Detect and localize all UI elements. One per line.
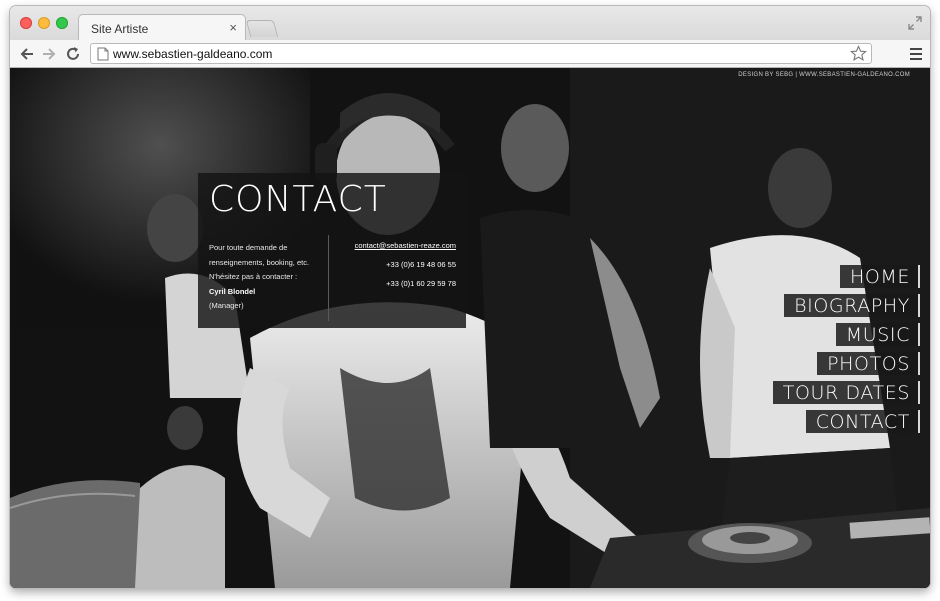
nav-item-tour-dates[interactable]: TOUR DATES xyxy=(772,381,920,404)
forward-arrow-icon[interactable] xyxy=(40,45,58,63)
reload-icon[interactable] xyxy=(64,45,82,63)
contact-name: Cyril Blondel xyxy=(209,286,256,296)
nav-item-contact[interactable]: CONTACT xyxy=(805,410,920,433)
contact-panel: CONTACT Pour toute demande de renseignem… xyxy=(198,173,466,328)
nav-item-music[interactable]: MUSIC xyxy=(835,323,920,346)
contact-info: Pour toute demande de renseignements, bo… xyxy=(209,241,324,314)
contact-title: CONTACT xyxy=(209,179,387,220)
url-text: www.sebastien-galdeano.com xyxy=(113,47,273,61)
nav-item-home[interactable]: HOME xyxy=(839,265,920,288)
contact-phone-1: +33 (0)6 19 48 06 55 xyxy=(386,260,456,269)
menu-icon[interactable] xyxy=(910,48,922,60)
address-bar[interactable]: www.sebastien-galdeano.com xyxy=(90,43,872,64)
design-credit: DESIGN BY SEBG | WWW.SEBASTIEN-GALDEANO.… xyxy=(738,72,910,78)
fullscreen-icon[interactable] xyxy=(908,16,922,30)
back-arrow-icon[interactable] xyxy=(18,45,36,63)
page-icon xyxy=(97,47,109,61)
window-close-button[interactable] xyxy=(20,17,32,29)
contact-email-link[interactable]: contact@sebastien-reaze.com xyxy=(355,241,456,250)
nav-item-biography[interactable]: BIOGRAPHY xyxy=(784,294,920,317)
browser-window: Site Artiste × www.sebastien-galdeano.co… xyxy=(10,6,930,588)
tab-strip: Site Artiste × xyxy=(10,6,930,40)
contact-role: (Manager) xyxy=(209,301,244,310)
contact-line-2: renseignements, booking, etc. xyxy=(209,257,310,267)
bookmark-star-icon[interactable] xyxy=(850,45,867,62)
tab-title: Site Artiste xyxy=(91,22,149,36)
contact-phone-2: +33 (0)1 60 29 59 78 xyxy=(386,279,456,288)
site-navigation: HOME BIOGRAPHY MUSIC PHOTOS TOUR DATES C… xyxy=(772,265,920,439)
nav-item-photos[interactable]: PHOTOS xyxy=(817,352,920,375)
browser-toolbar: www.sebastien-galdeano.com xyxy=(10,40,930,68)
window-minimize-button[interactable] xyxy=(38,17,50,29)
new-tab-button[interactable] xyxy=(245,20,279,37)
contact-divider xyxy=(328,235,329,321)
contact-line-1: Pour toute demande de xyxy=(209,243,288,252)
tab-close-icon[interactable]: × xyxy=(229,20,237,35)
page-viewport: DESIGN BY SEBG | WWW.SEBASTIEN-GALDEANO.… xyxy=(10,68,930,588)
contact-line-3: N'hésitez pas à contacter : xyxy=(209,272,298,281)
window-maximize-button[interactable] xyxy=(56,17,68,29)
browser-tab[interactable]: Site Artiste × xyxy=(78,14,246,40)
contact-details: contact@sebastien-reaze.com +33 (0)6 19 … xyxy=(355,236,456,293)
